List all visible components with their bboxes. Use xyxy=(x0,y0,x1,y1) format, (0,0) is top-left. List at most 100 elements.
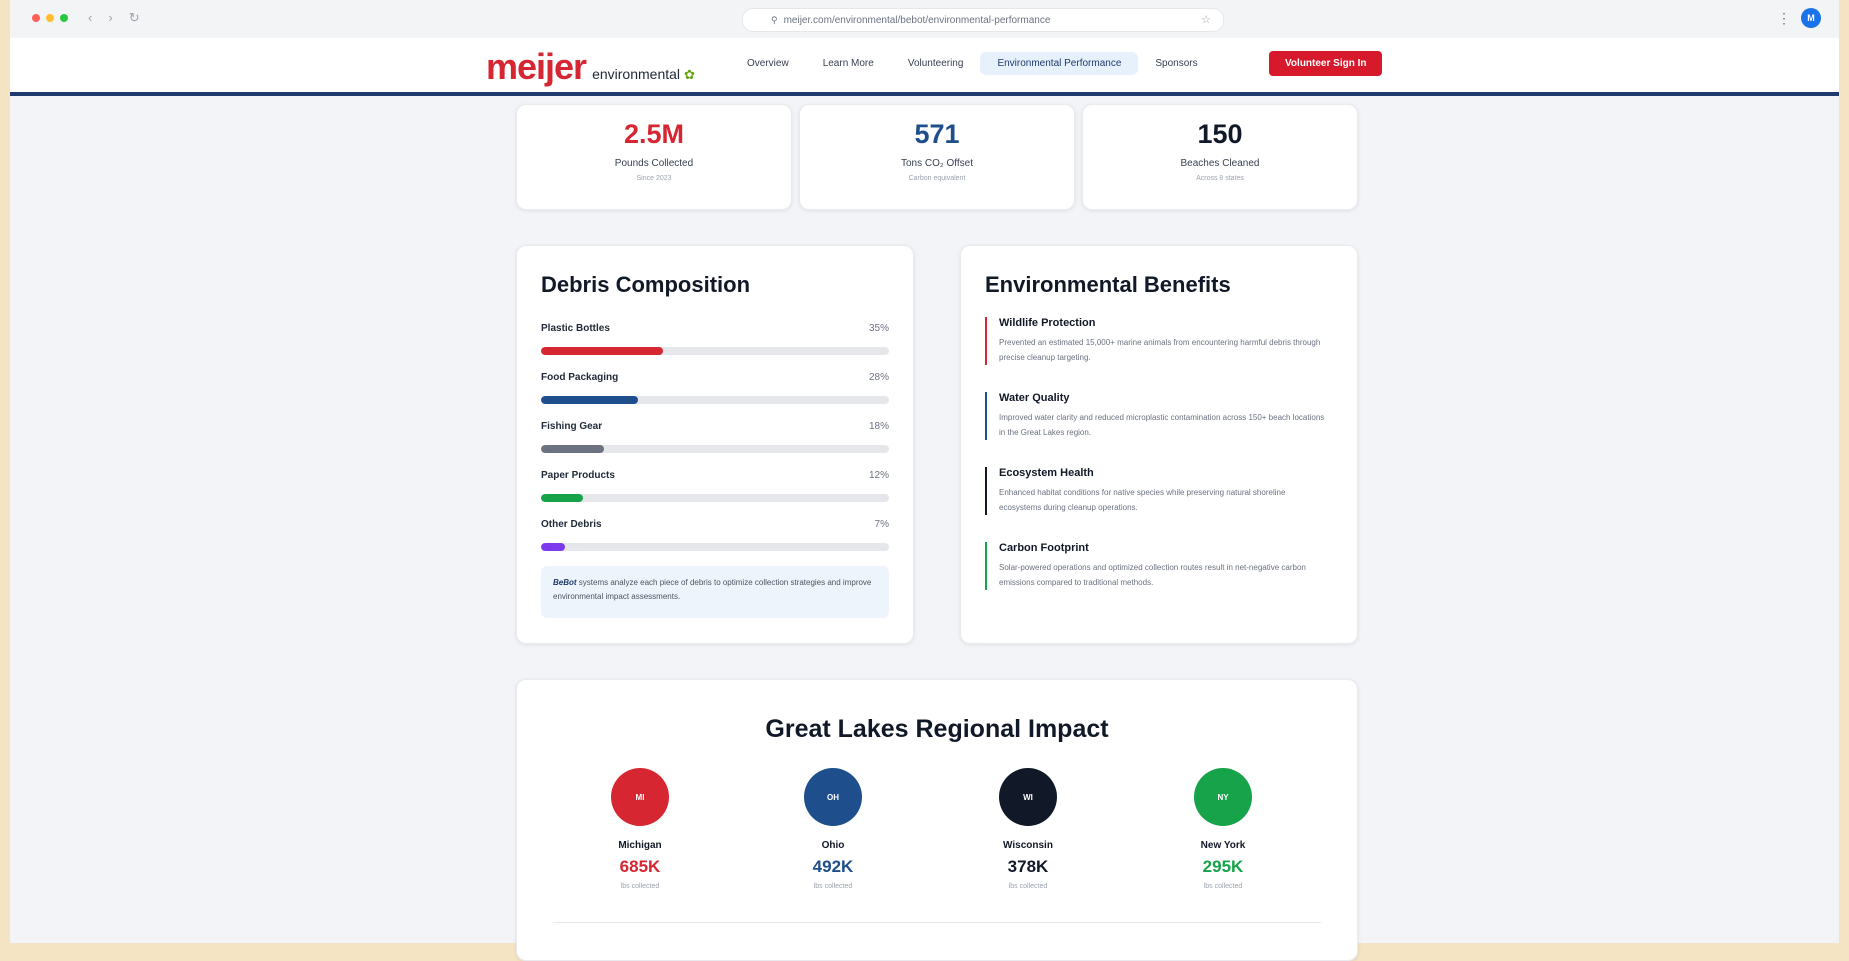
regional-impact-card: Great Lakes Regional Impact MI Michigan … xyxy=(516,679,1358,961)
maximize-window-dot[interactable] xyxy=(60,14,68,22)
forward-arrow-icon[interactable]: › xyxy=(108,10,112,26)
subbrand-name: environmental xyxy=(592,66,681,82)
benefit-item: Water Quality Improved water clarity and… xyxy=(985,392,1329,440)
back-arrow-icon[interactable]: ‹ xyxy=(88,10,92,26)
stat-value: 150 xyxy=(1197,119,1243,149)
site-header: meijer environmental ✿ Overview Learn Mo… xyxy=(10,38,1839,96)
benefit-title: Wildlife Protection xyxy=(999,317,1096,329)
benefit-desc: Enhanced habitat conditions for native s… xyxy=(999,488,1286,512)
nav-sponsors[interactable]: Sponsors xyxy=(1138,52,1214,75)
state-name: Michigan xyxy=(618,840,662,851)
browser-window: ‹ › ↻ ⚲ meijer.com/environmental/bebot/e… xyxy=(10,0,1839,961)
debris-percent: 7% xyxy=(874,519,889,530)
state-value: 685K xyxy=(619,857,661,876)
debris-bar-track xyxy=(541,347,889,355)
debris-bar-track xyxy=(541,494,889,502)
state-sub: lbs collected xyxy=(1008,883,1048,890)
region-item: MI Michigan 685K lbs collected xyxy=(565,768,715,890)
benefit-title: Water Quality xyxy=(999,392,1070,404)
region-item: NY New York 295K lbs collected xyxy=(1148,768,1298,890)
state-name: Wisconsin xyxy=(1003,840,1053,851)
url-text: meijer.com/environmental/bebot/environme… xyxy=(783,14,1051,26)
debris-bar-fill xyxy=(541,396,639,404)
nav-environmental-performance[interactable]: Environmental Performance xyxy=(980,52,1139,75)
profile-avatar[interactable]: M xyxy=(1801,8,1821,28)
region-item: OH Ohio 492K lbs collected xyxy=(758,768,908,890)
debris-name: Paper Products xyxy=(541,470,615,481)
divider xyxy=(553,922,1321,923)
debris-bar-fill xyxy=(541,494,583,502)
debris-percent: 28% xyxy=(868,372,889,383)
nav-learn-more[interactable]: Learn More xyxy=(806,52,891,75)
browser-menu-icon[interactable]: ⋮ xyxy=(1777,10,1791,27)
debris-name: Other Debris xyxy=(541,519,602,530)
state-sub: lbs collected xyxy=(1203,883,1243,890)
debris-row: Plastic Bottles 35% xyxy=(541,323,889,355)
benefit-desc: Prevented an estimated 15,000+ marine an… xyxy=(999,338,1321,362)
debris-row: Fishing Gear 18% xyxy=(541,421,889,453)
stat-sub: Since 2023 xyxy=(636,175,672,182)
benefits-title: Environmental Benefits xyxy=(985,272,1231,297)
bebot-note: BeBot systems analyze each piece of debr… xyxy=(541,566,889,618)
state-badge: NY xyxy=(1194,768,1252,826)
stat-card: 571 Tons CO₂ Offset Carbon equivalent xyxy=(799,104,1075,210)
debris-row: Other Debris 7% xyxy=(541,519,889,551)
debris-title: Debris Composition xyxy=(541,272,751,297)
debris-bar-fill xyxy=(541,347,663,355)
debris-bar-fill xyxy=(541,445,604,453)
state-name: Ohio xyxy=(821,840,845,851)
stat-label: Tons CO₂ Offset xyxy=(900,158,974,169)
debris-percent: 35% xyxy=(868,323,889,334)
benefit-item: Carbon Footprint Solar-powered operation… xyxy=(985,542,1329,590)
window-controls xyxy=(32,14,68,22)
benefit-title: Ecosystem Health xyxy=(999,467,1094,479)
stat-card: 150 Beaches Cleaned Across 8 states xyxy=(1082,104,1358,210)
browser-nav: ‹ › ↻ xyxy=(88,10,140,26)
minimize-window-dot[interactable] xyxy=(46,14,54,22)
benefit-title: Carbon Footprint xyxy=(999,542,1089,554)
state-value: 378K xyxy=(1007,857,1049,876)
nav-overview[interactable]: Overview xyxy=(730,52,806,75)
state-value: 295K xyxy=(1202,857,1244,876)
debris-row: Paper Products 12% xyxy=(541,470,889,502)
benefit-item: Wildlife Protection Prevented an estimat… xyxy=(985,317,1329,365)
state-value: 492K xyxy=(812,857,854,876)
debris-row: Food Packaging 28% xyxy=(541,372,889,404)
volunteer-sign-in-button[interactable]: Volunteer Sign In xyxy=(1269,51,1383,76)
benefit-item: Ecosystem Health Enhanced habitat condit… xyxy=(985,467,1329,515)
benefit-desc: Solar-powered operations and optimized c… xyxy=(999,563,1306,587)
region-item: WI Wisconsin 378K lbs collected xyxy=(953,768,1103,890)
stat-value: 571 xyxy=(914,119,960,149)
bebot-brand: BeBot xyxy=(553,578,577,587)
address-bar[interactable]: ⚲ meijer.com/environmental/bebot/environ… xyxy=(742,8,1224,32)
stat-sub: Carbon equivalent xyxy=(908,175,966,182)
state-badge: MI xyxy=(611,768,669,826)
browser-toolbar: ‹ › ↻ ⚲ meijer.com/environmental/bebot/e… xyxy=(10,0,1839,39)
nav-volunteering[interactable]: Volunteering xyxy=(891,52,981,75)
state-badge: OH xyxy=(804,768,862,826)
debris-bar-track xyxy=(541,445,889,453)
stat-label: Pounds Collected xyxy=(614,158,694,169)
debris-name: Fishing Gear xyxy=(541,421,603,432)
stat-sub: Across 8 states xyxy=(1196,175,1244,182)
state-name: New York xyxy=(1200,840,1246,851)
leaf-icon: ✿ xyxy=(684,67,695,82)
stat-label: Beaches Cleaned xyxy=(1180,158,1260,169)
stat-card: 2.5M Pounds Collected Since 2023 xyxy=(516,104,792,210)
benefit-desc: Improved water clarity and reduced micro… xyxy=(999,413,1325,437)
state-sub: lbs collected xyxy=(813,883,853,890)
browser-actions: ⋮ M xyxy=(1777,8,1821,28)
stat-value: 2.5M xyxy=(623,119,685,149)
regional-title: Great Lakes Regional Impact xyxy=(765,715,1109,743)
debris-bar-track xyxy=(541,543,889,551)
close-window-dot[interactable] xyxy=(32,14,40,22)
reload-icon[interactable]: ↻ xyxy=(129,10,140,26)
state-sub: lbs collected xyxy=(620,883,660,890)
meijer-logo[interactable]: meijer environmental ✿ xyxy=(486,46,695,88)
debris-bar-fill xyxy=(541,543,566,551)
brand-name: meijer xyxy=(486,46,587,87)
bookmark-star-icon[interactable]: ☆ xyxy=(1201,13,1211,26)
debris-bar-track xyxy=(541,396,889,404)
lock-icon: ⚲ xyxy=(771,14,778,25)
state-badge: WI xyxy=(999,768,1057,826)
